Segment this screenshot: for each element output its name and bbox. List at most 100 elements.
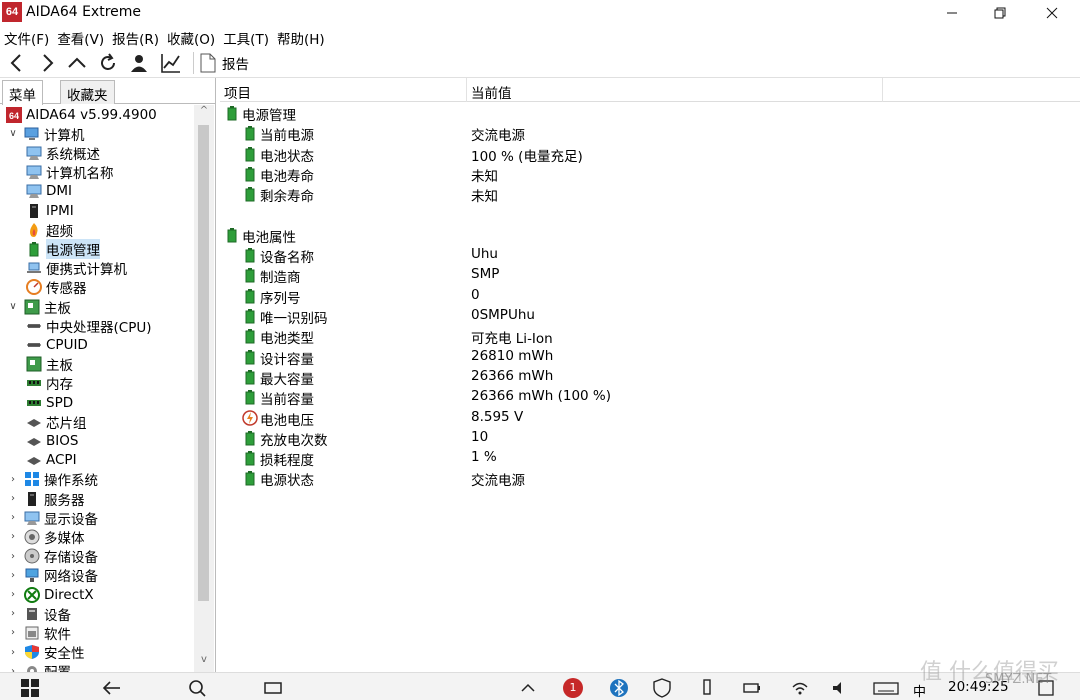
forward-button[interactable] bbox=[34, 51, 60, 75]
tree-item[interactable]: › 多媒体 bbox=[6, 527, 85, 547]
detail-row[interactable]: 电源状态 交流电源 bbox=[220, 467, 1080, 489]
chevron-up-icon[interactable] bbox=[518, 678, 538, 698]
tree-scrollbar[interactable]: ^ v bbox=[194, 105, 214, 672]
back-arrow-icon[interactable] bbox=[102, 678, 122, 698]
chevron-right-icon[interactable]: › bbox=[6, 589, 20, 600]
scrollbar-thumb[interactable] bbox=[198, 125, 209, 601]
benchmark-button[interactable] bbox=[158, 51, 184, 75]
chevron-down-icon[interactable]: ∨ bbox=[6, 301, 20, 312]
detail-row[interactable]: 制造商 SMP bbox=[220, 264, 1080, 286]
minimize-button[interactable] bbox=[928, 0, 976, 26]
task-view-icon[interactable] bbox=[263, 678, 283, 698]
tree-item[interactable]: › 显示设备 bbox=[6, 508, 98, 528]
tree-item[interactable]: 系统概述 bbox=[26, 143, 100, 163]
chevron-right-icon[interactable]: › bbox=[6, 531, 20, 542]
menu-report[interactable]: 报告(R) bbox=[108, 26, 163, 48]
tree-item[interactable]: CPUID bbox=[26, 335, 88, 354]
windows-start-icon[interactable] bbox=[20, 678, 40, 698]
detail-row[interactable]: 电池寿命 未知 bbox=[220, 163, 1080, 185]
detail-row[interactable]: 最大容量 26366 mWh bbox=[220, 366, 1080, 388]
tree-item[interactable]: DMI bbox=[26, 182, 72, 201]
tree-item[interactable]: SPD bbox=[26, 393, 73, 412]
chevron-right-icon[interactable]: › bbox=[6, 493, 20, 504]
tree-item[interactable]: 64 AIDA64 v5.99.4900 bbox=[6, 105, 157, 124]
detail-row[interactable]: 当前电源 交流电源 bbox=[220, 122, 1080, 144]
menu-file[interactable]: 文件(F) bbox=[0, 26, 53, 48]
tree-item[interactable]: IPMI bbox=[26, 201, 74, 220]
tree-item[interactable]: 超频 bbox=[26, 220, 73, 240]
back-button[interactable] bbox=[4, 51, 30, 75]
column-value[interactable]: 当前值 bbox=[471, 82, 512, 102]
keyboard-icon[interactable] bbox=[873, 678, 899, 698]
menu-view[interactable]: 查看(V) bbox=[53, 26, 108, 48]
software-icon bbox=[24, 625, 40, 641]
tree-item[interactable]: ›配置 bbox=[6, 662, 71, 672]
tab-favorites[interactable]: 收藏夹 bbox=[60, 80, 115, 104]
detail-value: 100 % (电量充足) bbox=[471, 148, 583, 165]
tree-item[interactable]: BIOS bbox=[26, 431, 78, 450]
tree-item[interactable]: 芯片组 bbox=[26, 412, 87, 432]
usb-icon[interactable] bbox=[697, 678, 717, 698]
detail-row[interactable]: 唯一识别码 0SMPUhu bbox=[220, 305, 1080, 327]
tree-item[interactable]: ∨ 计算机 bbox=[6, 124, 85, 144]
detail-row[interactable]: 剩余寿命 未知 bbox=[220, 183, 1080, 205]
chevron-right-icon[interactable]: › bbox=[6, 608, 20, 619]
tree-item[interactable]: › 操作系统 bbox=[6, 470, 98, 489]
search-icon[interactable] bbox=[187, 678, 207, 698]
scroll-up-icon[interactable]: ^ bbox=[194, 105, 214, 123]
tree-item[interactable]: 传感器 bbox=[26, 278, 87, 297]
detail-row[interactable]: 充放电次数 10 bbox=[220, 427, 1080, 449]
tree-item[interactable]: › 安全性 bbox=[6, 643, 85, 662]
detail-row[interactable]: 设计容量 26810 mWh bbox=[220, 346, 1080, 368]
chevron-down-icon[interactable]: ∨ bbox=[6, 128, 20, 139]
detail-row[interactable]: 电池电压 8.595 V bbox=[220, 407, 1080, 429]
refresh-button[interactable] bbox=[95, 51, 121, 75]
detail-row[interactable]: 序列号 0 bbox=[220, 285, 1080, 307]
tree-item[interactable]: 主板 bbox=[26, 355, 73, 374]
wifi-icon[interactable] bbox=[790, 678, 810, 698]
tree-item[interactable]: › 网络设备 bbox=[6, 566, 98, 585]
tree-item[interactable]: › 存储设备 bbox=[6, 547, 98, 566]
close-button[interactable] bbox=[1028, 0, 1076, 26]
up-button[interactable] bbox=[64, 51, 90, 75]
detail-row[interactable]: 损耗程度 1 % bbox=[220, 447, 1080, 469]
chevron-right-icon[interactable]: › bbox=[6, 474, 20, 485]
chevron-up-icon bbox=[68, 57, 86, 68]
shield-icon[interactable] bbox=[652, 678, 672, 698]
chevron-right-icon[interactable]: › bbox=[6, 551, 20, 562]
chevron-right-icon[interactable]: › bbox=[6, 647, 20, 658]
bluetooth-icon[interactable] bbox=[609, 678, 629, 698]
menu-favorites[interactable]: 收藏(O) bbox=[163, 26, 219, 48]
scroll-down-icon[interactable]: v bbox=[194, 654, 214, 672]
tree-item[interactable]: ∨ 主板 bbox=[6, 297, 71, 317]
chevron-right-icon[interactable]: › bbox=[6, 627, 20, 638]
tree-item[interactable]: › 服务器 bbox=[6, 489, 85, 509]
tab-menu[interactable]: 菜单 bbox=[2, 80, 43, 105]
menu-help[interactable]: 帮助(H) bbox=[273, 26, 329, 48]
chevron-right-icon[interactable]: › bbox=[6, 570, 20, 581]
detail-row[interactable]: 当前容量 26366 mWh (100 %) bbox=[220, 386, 1080, 408]
column-divider[interactable] bbox=[882, 78, 883, 102]
tree-item[interactable]: 电源管理 bbox=[26, 238, 100, 259]
chevron-right-icon[interactable]: › bbox=[6, 512, 20, 523]
notification-badge[interactable]: 1 bbox=[563, 678, 583, 698]
report-button[interactable]: 报告 bbox=[200, 51, 249, 75]
tree-item[interactable]: 内存 bbox=[26, 374, 73, 393]
detail-row[interactable]: 电池状态 100 % (电量充足) bbox=[220, 143, 1080, 165]
menu-tools[interactable]: 工具(T) bbox=[219, 26, 273, 48]
detail-row[interactable]: 电池类型 可充电 Li-Ion bbox=[220, 325, 1080, 347]
user-button[interactable] bbox=[126, 51, 152, 75]
tree-item[interactable]: › DirectX bbox=[6, 585, 94, 604]
tree-item[interactable]: › 软件 bbox=[6, 623, 71, 643]
tree-item[interactable]: 计算机名称 bbox=[26, 163, 114, 182]
detail-row[interactable]: 设备名称 Uhu bbox=[220, 244, 1080, 266]
tree-item[interactable]: 便携式计算机 bbox=[26, 259, 127, 278]
column-item[interactable]: 项目 bbox=[224, 82, 251, 102]
column-divider[interactable] bbox=[466, 78, 467, 102]
tree-item[interactable]: 中央处理器(CPU) bbox=[26, 316, 151, 336]
maximize-button[interactable] bbox=[976, 0, 1024, 26]
tree-item[interactable]: › 设备 bbox=[6, 604, 71, 624]
battery-tray-icon[interactable] bbox=[742, 678, 762, 698]
tree-item[interactable]: ACPI bbox=[26, 451, 77, 470]
volume-icon[interactable] bbox=[830, 678, 850, 698]
